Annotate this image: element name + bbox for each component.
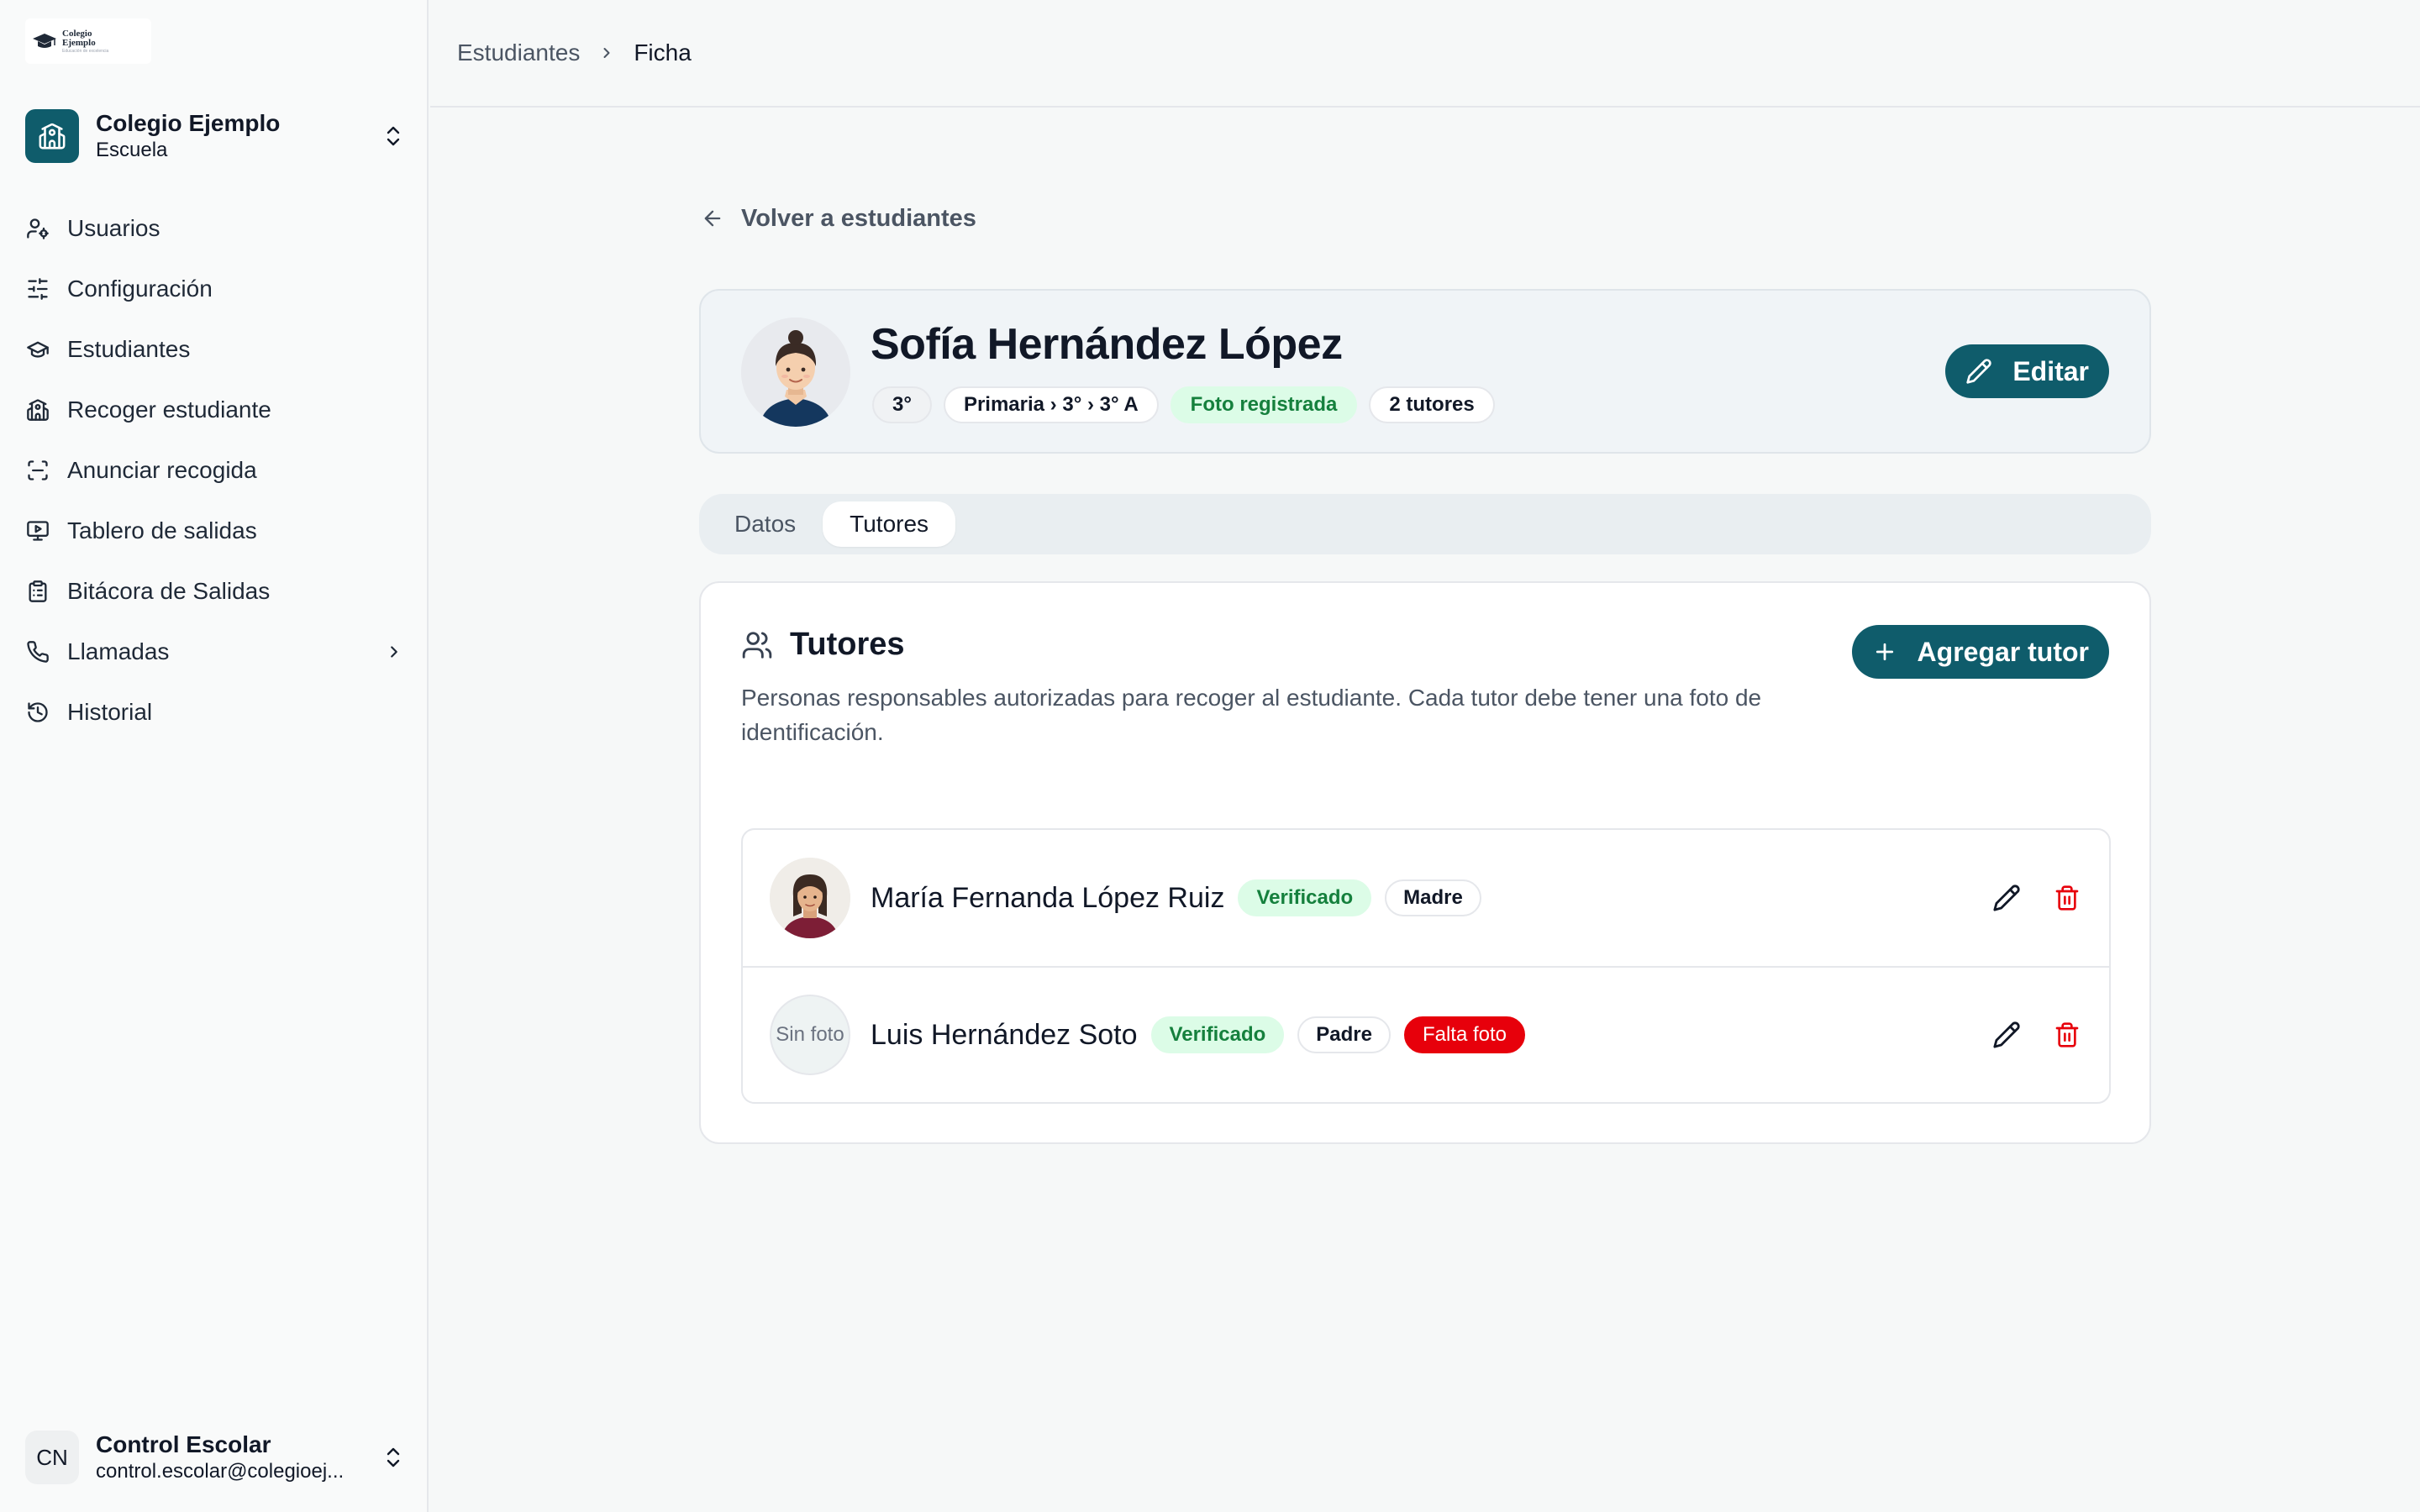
student-name: Sofía Hernández López	[871, 320, 1343, 369]
users-cog-icon	[25, 216, 50, 241]
clipboard-list-icon	[25, 579, 50, 604]
sidebar-item-anunciar-recogida[interactable]: Anunciar recogida	[25, 440, 403, 501]
tutor-avatar	[770, 858, 850, 938]
edit-tutor-button[interactable]	[1991, 1020, 2022, 1050]
add-tutor-label: Agregar tutor	[1917, 636, 2089, 667]
tutor-row: María Fernanda López Ruiz Verificado Mad…	[743, 830, 2109, 966]
plus-icon	[1872, 639, 1897, 664]
tutors-title-text: Tutores	[790, 627, 905, 662]
user-name: Control Escolar	[96, 1431, 271, 1457]
trash-icon	[2055, 1022, 2079, 1047]
scan-icon	[25, 458, 50, 483]
pencil-icon	[1965, 358, 1992, 385]
school-logo[interactable]: Colegio Ejemplo Educación de excelencia	[25, 18, 151, 64]
tutors-panel-title: Tutores	[741, 627, 905, 663]
graduation-cap-icon	[25, 337, 50, 362]
sliders-icon	[25, 276, 50, 302]
tutor-avatar-placeholder: Sin foto	[770, 995, 850, 1075]
sidebar: Colegio Ejemplo Educación de excelencia …	[0, 0, 429, 1512]
school-building-icon	[25, 109, 79, 163]
tutor-name: Luis Hernández Soto	[871, 1018, 1138, 1051]
sidebar-item-label: Configuración	[67, 276, 213, 302]
phone-icon	[25, 639, 50, 664]
users-icon	[741, 629, 773, 661]
photo-status-chip: Foto registrada	[1170, 386, 1358, 423]
user-avatar: CN	[25, 1431, 79, 1484]
delete-tutor-button[interactable]	[2052, 1020, 2082, 1050]
arrow-left-icon	[701, 207, 724, 230]
graduation-cap-logo-icon	[33, 34, 56, 48]
sidebar-item-historial[interactable]: Historial	[25, 682, 403, 743]
tutor-name: María Fernanda López Ruiz	[871, 881, 1225, 914]
edit-student-button[interactable]: Editar	[1945, 344, 2109, 398]
tutor-count-chip: 2 tutores	[1369, 386, 1495, 423]
logo-tagline: Educación de excelencia	[62, 48, 109, 54]
sidebar-item-label: Usuarios	[67, 215, 160, 241]
pencil-icon	[1993, 885, 2020, 911]
sidebar-item-label: Bitácora de Salidas	[67, 578, 271, 604]
breadcrumb-estudiantes[interactable]: Estudiantes	[457, 39, 580, 66]
sidebar-item-estudiantes[interactable]: Estudiantes	[25, 319, 403, 380]
sidebar-item-llamadas[interactable]: Llamadas	[25, 622, 403, 682]
breadcrumb: Estudiantes Ficha	[430, 0, 2420, 108]
tutor-list: María Fernanda López Ruiz Verificado Mad…	[741, 828, 2111, 1104]
sidebar-item-configuracion[interactable]: Configuración	[25, 259, 403, 319]
sidebar-item-label: Recoger estudiante	[67, 396, 271, 423]
school-icon	[25, 397, 50, 423]
missing-photo-badge: Falta foto	[1403, 1016, 1526, 1053]
sidebar-item-recoger-estudiante[interactable]: Recoger estudiante	[25, 380, 403, 440]
back-link-label: Volver a estudiantes	[741, 204, 976, 232]
tutors-description: Personas responsables autorizadas para r…	[741, 685, 1762, 745]
grade-chip: 3°	[872, 386, 932, 423]
back-to-students-link[interactable]: Volver a estudiantes	[701, 198, 976, 239]
add-tutor-button[interactable]: Agregar tutor	[1851, 625, 2109, 679]
sidebar-item-usuarios[interactable]: Usuarios	[25, 198, 403, 259]
student-chips: 3° Primaria › 3° › 3° A Foto registrada …	[872, 386, 1495, 423]
sidebar-item-label: Llamadas	[67, 638, 170, 664]
sidebar-item-bitacora-de-salidas[interactable]: Bitácora de Salidas	[25, 561, 403, 622]
sidebar-item-label: Anunciar recogida	[67, 457, 257, 483]
tab-tutores[interactable]: Tutores	[823, 501, 956, 547]
org-name: Colegio Ejemplo	[96, 110, 281, 136]
logo-line-1: Colegio	[62, 28, 92, 39]
edit-button-label: Editar	[2012, 355, 2089, 386]
student-header-card: Sofía Hernández López 3° Primaria › 3° ›…	[699, 289, 2151, 454]
verified-badge: Verificado	[1150, 1016, 1285, 1053]
tutors-panel: Tutores Personas responsables autorizada…	[699, 581, 2151, 1144]
user-menu[interactable]: CN Control Escolar control.escolar@coleg…	[25, 1428, 403, 1487]
sidebar-item-label: Tablero de salidas	[67, 517, 257, 543]
org-type: Escuela	[96, 139, 168, 161]
tab-datos[interactable]: Datos	[708, 501, 823, 547]
sidebar-item-tablero-de-salidas[interactable]: Tablero de salidas	[25, 501, 403, 561]
logo-line-2: Ejemplo	[62, 37, 96, 48]
group-path-chip: Primaria › 3° › 3° A	[943, 386, 1159, 423]
relation-badge: Madre	[1385, 879, 1481, 916]
delete-tutor-button[interactable]	[2052, 883, 2082, 913]
trash-icon	[2055, 885, 2079, 911]
tutor-row: Sin foto Luis Hernández Soto Verificado …	[743, 966, 2109, 1102]
history-icon	[25, 700, 50, 725]
sidebar-nav: Usuarios Configuración Estudiantes Recog…	[25, 198, 403, 743]
chevrons-up-down-icon	[387, 126, 400, 146]
student-avatar	[741, 318, 850, 427]
chevrons-up-down-icon	[387, 1447, 400, 1467]
breadcrumb-ficha: Ficha	[634, 39, 692, 66]
chevron-right-icon	[391, 646, 397, 658]
user-email: control.escolar@colegioej...	[96, 1460, 345, 1483]
detail-tabs: Datos Tutores	[699, 494, 2151, 554]
relation-badge: Padre	[1297, 1016, 1391, 1053]
sidebar-item-label: Historial	[67, 699, 153, 725]
sidebar-item-label: Estudiantes	[67, 336, 191, 362]
org-switcher[interactable]: Colegio Ejemplo Escuela	[25, 102, 403, 170]
pencil-icon	[1993, 1021, 2020, 1048]
chevron-right-icon	[598, 45, 615, 61]
monitor-play-icon	[25, 518, 50, 543]
verified-badge: Verificado	[1238, 879, 1372, 916]
edit-tutor-button[interactable]	[1991, 883, 2022, 913]
